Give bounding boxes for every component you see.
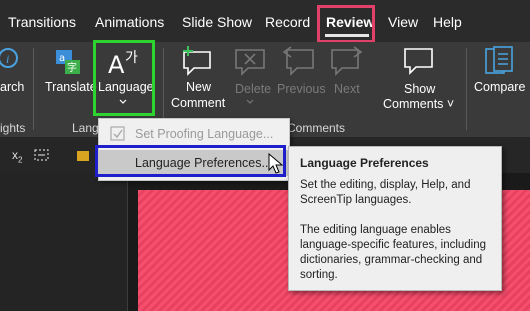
tab-transitions[interactable]: Transitions — [8, 14, 76, 30]
next-comment-icon[interactable] — [330, 46, 364, 76]
review-tab-highlight — [317, 5, 375, 43]
language-group-label: Lang — [72, 121, 99, 135]
next-comment-button[interactable]: Next — [334, 82, 360, 96]
menu-item-label: Set Proofing Language... — [135, 127, 274, 141]
search-info-icon[interactable]: i — [0, 46, 20, 70]
tab-help[interactable]: Help — [433, 14, 462, 30]
text-box-icon[interactable] — [33, 147, 51, 163]
tooltip-description: Set the editing, display, Help, and Scre… — [300, 179, 471, 206]
proofing-language-icon — [110, 126, 125, 141]
show-comments-line2[interactable]: Comments ˅ — [383, 97, 454, 111]
mouse-cursor-icon — [268, 153, 284, 174]
language-preferences-tooltip: Language Preferences Set the editing, di… — [288, 146, 502, 291]
new-comment-line1[interactable]: New — [186, 80, 211, 94]
delete-comment-icon[interactable] — [234, 46, 268, 76]
language-button-highlight — [93, 40, 155, 116]
slide-thumbnail-pane[interactable] — [0, 173, 128, 311]
svg-text:a: a — [59, 53, 65, 64]
show-comments-icon[interactable] — [402, 44, 436, 76]
subscript-icon[interactable]: x2 — [12, 148, 22, 164]
new-comment-icon[interactable] — [180, 44, 214, 76]
delete-comment-button[interactable]: Delete — [235, 82, 271, 96]
tooltip-title: Language Preferences — [300, 156, 429, 170]
show-comments-line1[interactable]: Show — [404, 82, 435, 96]
ribbon-separator — [466, 48, 467, 130]
comments-group-label: Comments — [287, 121, 346, 135]
previous-comment-button[interactable]: Previous — [277, 82, 326, 96]
menu-item-set-proofing-language[interactable]: Set Proofing Language... — [99, 121, 289, 147]
tooltip-description-detail: The editing language enables language-sp… — [300, 224, 487, 281]
language-preferences-highlight — [95, 145, 286, 177]
compare-icon[interactable] — [482, 45, 516, 77]
translate-button[interactable]: Translate — [45, 80, 97, 94]
tab-animations[interactable]: Animations — [95, 14, 164, 30]
previous-comment-icon[interactable] — [281, 46, 315, 76]
tab-record[interactable]: Record — [265, 14, 310, 30]
tab-view[interactable]: View — [388, 14, 418, 30]
search-button-label[interactable]: arch — [0, 80, 24, 94]
insights-group-label: ights — [0, 121, 26, 135]
svg-text:i: i — [6, 52, 9, 66]
chevron-down-icon — [246, 99, 254, 104]
tab-slide-show[interactable]: Slide Show — [182, 14, 252, 30]
folder-icon[interactable] — [76, 147, 90, 163]
svg-text:字: 字 — [67, 61, 77, 74]
ribbon-tab-bar: Transitions Animations Slide Show Record… — [0, 0, 530, 42]
new-comment-line2[interactable]: Comment — [171, 96, 225, 110]
compare-button[interactable]: Compare — [474, 80, 525, 94]
ribbon-separator — [33, 48, 34, 130]
translate-icon[interactable]: a 字 — [54, 48, 82, 76]
